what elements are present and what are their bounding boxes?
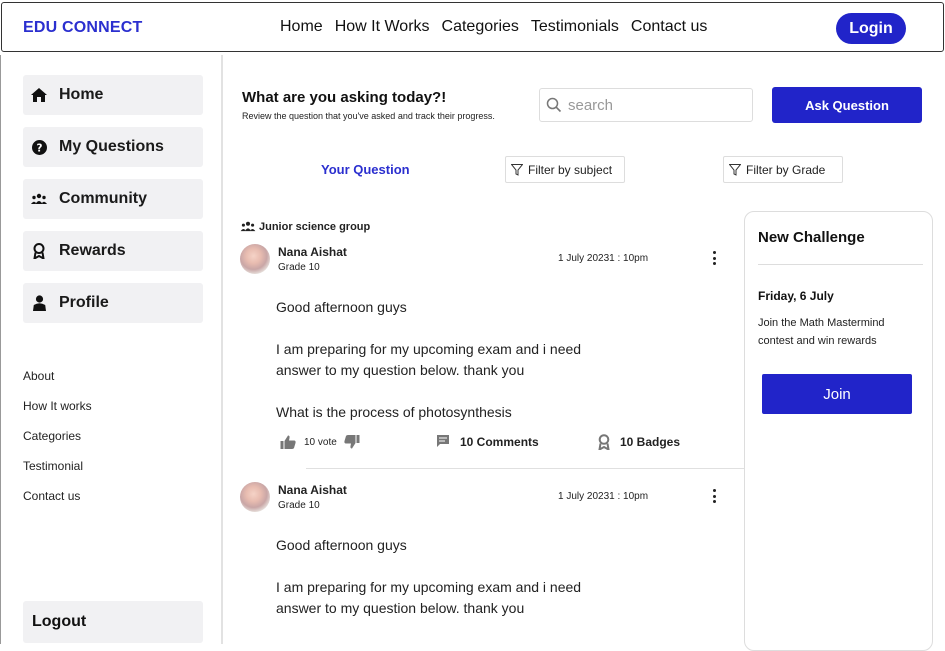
filter-icon (728, 163, 742, 176)
badge-count: 10 Badges (620, 435, 681, 449)
thumbs-down-icon[interactable] (344, 434, 360, 450)
tab-your-question[interactable]: Your Question (321, 162, 410, 177)
comment-icon (436, 434, 452, 450)
thumbs-up-icon[interactable] (280, 434, 296, 450)
award-icon (31, 243, 47, 259)
logout-button[interactable]: Logout (23, 601, 203, 643)
sidebar-link-how-it-works[interactable]: How It works (23, 399, 92, 429)
sidebar-link-contact[interactable]: Contact us (23, 489, 92, 519)
post-question-line: What is the process of photosynthesis (276, 404, 512, 420)
comment-count: 10 Comments (460, 435, 539, 449)
group-name: Junior science group (259, 221, 371, 233)
comments-button[interactable]: 10 Comments (436, 434, 539, 450)
sidebar-item-home[interactable]: Home (23, 75, 203, 115)
post-divider (306, 468, 744, 469)
sidebar-link-categories[interactable]: Categories (23, 429, 92, 459)
sidebar-item-rewards[interactable]: Rewards (23, 231, 203, 271)
author-name[interactable]: Nana Aishat (278, 245, 347, 259)
user-icon (31, 295, 47, 311)
more-options-icon[interactable] (712, 489, 716, 503)
filter-by-grade-button[interactable]: Filter by Grade (723, 156, 843, 183)
filter-label: Filter by Grade (746, 162, 826, 177)
nav-link-home[interactable]: Home (280, 18, 323, 36)
filter-by-subject-button[interactable]: Filter by subject (505, 156, 625, 183)
post-timestamp: 1 July 20231 : 10pm (558, 253, 649, 264)
post-timestamp: 1 July 20231 : 10pm (558, 491, 649, 502)
page-title: What are you asking today?! (242, 89, 447, 106)
nav-link-testimonials[interactable]: Testimonials (531, 18, 619, 36)
more-options-icon[interactable] (712, 251, 716, 265)
challenge-card: New Challenge Friday, 6 July Join the Ma… (744, 211, 933, 651)
avatar[interactable] (240, 482, 270, 512)
sidebar-link-testimonial[interactable]: Testimonial (23, 459, 92, 489)
sidebar-item-profile[interactable]: Profile (23, 283, 203, 323)
filter-icon (510, 163, 524, 176)
users-icon (240, 221, 256, 233)
author-grade: Grade 10 (278, 262, 320, 273)
sidebar-item-my-questions[interactable]: ? My Questions (23, 127, 203, 167)
top-navbar: EDU CONNECT Home How It Works Categories… (1, 2, 944, 52)
author-grade: Grade 10 (278, 500, 320, 511)
author-name[interactable]: Nana Aishat (278, 483, 347, 497)
nav-link-categories[interactable]: Categories (442, 18, 519, 36)
post-text-line: Good afternoon guys (276, 537, 407, 553)
post-text-line: I am preparing for my upcoming exam and … (276, 579, 582, 595)
challenge-description: Join the Math Mastermind contest and win… (758, 317, 885, 347)
ask-question-button[interactable]: Ask Question (772, 87, 922, 123)
vote-group: 10 vote (280, 434, 360, 450)
sidebar-item-community[interactable]: Community (23, 179, 203, 219)
post-text-line: I am preparing for my upcoming exam and … (276, 341, 582, 357)
question-post: Nana Aishat Grade 10 1 July 20231 : 10pm… (240, 244, 745, 466)
users-icon (31, 191, 47, 207)
nav-link-contact[interactable]: Contact us (631, 18, 707, 36)
home-icon (31, 87, 47, 103)
nav-link-how-it-works[interactable]: How It Works (335, 18, 430, 36)
challenge-date: Friday, 6 July (758, 289, 834, 303)
sidebar-item-label: Home (59, 86, 104, 103)
post-text-line: answer to my question below. thank you (276, 362, 525, 378)
post-text-line: answer to my question below. thank you (276, 600, 525, 616)
vote-count: 10 vote (304, 436, 337, 448)
search-input[interactable]: search (539, 88, 753, 122)
question-circle-icon: ? (31, 139, 47, 155)
badges-button[interactable]: 10 Badges (598, 434, 681, 452)
card-divider (758, 264, 923, 265)
badge-icon (598, 434, 614, 452)
nav-links: Home How It Works Categories Testimonial… (280, 18, 707, 36)
sidebar-link-about[interactable]: About (23, 369, 92, 399)
search-icon (546, 97, 562, 113)
sidebar-item-label: Rewards (59, 242, 126, 259)
app-frame: EDU CONNECT Home How It Works Categories… (0, 0, 945, 651)
sidebar: Home ? My Questions Community Rewards Pr… (0, 55, 223, 644)
filter-label: Filter by subject (528, 162, 613, 177)
brand-logo[interactable]: EDU CONNECT (23, 19, 143, 37)
group-label[interactable]: Junior science group (240, 221, 370, 233)
sidebar-item-label: My Questions (59, 138, 164, 155)
avatar[interactable] (240, 244, 270, 274)
post-text-line: Good afternoon guys (276, 299, 407, 315)
svg-text:?: ? (36, 142, 42, 154)
challenge-title: New Challenge (758, 229, 865, 246)
join-button[interactable]: Join (762, 374, 912, 414)
question-post: Nana Aishat Grade 10 1 July 20231 : 10pm… (240, 482, 745, 644)
sidebar-item-label: Community (59, 190, 147, 207)
page-subtitle: Review the question that you've asked an… (242, 111, 495, 121)
search-placeholder: search (568, 96, 614, 114)
sidebar-footer-links: About How It works Categories Testimonia… (23, 369, 92, 519)
sidebar-item-label: Profile (59, 294, 109, 311)
login-button[interactable]: Login (836, 13, 906, 44)
